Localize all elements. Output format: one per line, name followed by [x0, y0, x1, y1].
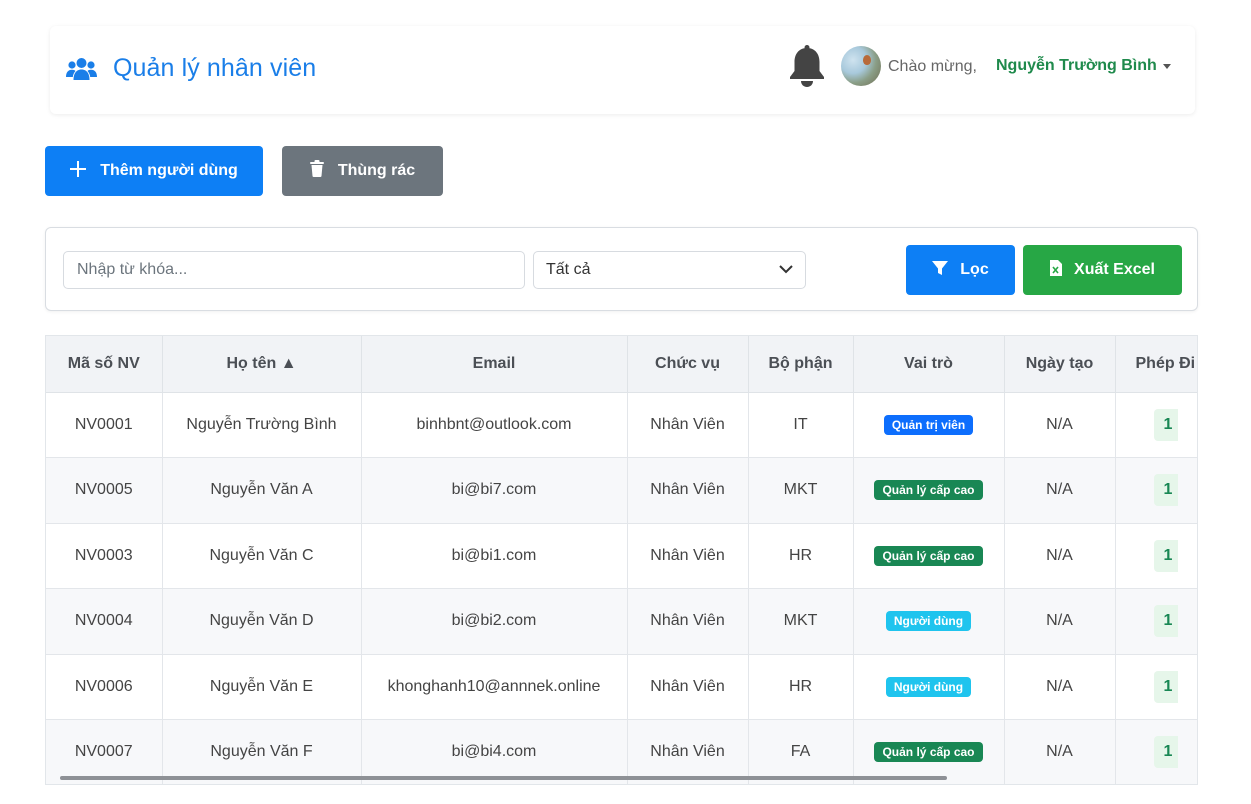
cell-department: HR — [748, 654, 854, 720]
cell-email: bi@bi7.com — [361, 457, 628, 524]
leave-badge: 1 — [1153, 605, 1178, 638]
cell-leave: 1 — [1115, 457, 1197, 524]
cell-department: IT — [748, 392, 854, 458]
cell-created: N/A — [1004, 719, 1116, 784]
add-user-button[interactable]: Thêm người dùng — [45, 146, 263, 196]
avatar[interactable] — [841, 46, 881, 86]
cell-role: Quản lý cấp cao — [853, 523, 1005, 589]
table-row[interactable]: NV0005 Nguyễn Văn A bi@bi7.com Nhân Viên… — [46, 457, 1197, 524]
user-menu-dropdown[interactable]: Nguyễn Trường Bình — [996, 57, 1171, 75]
column-header-name[interactable]: Họ tên ▲ — [162, 336, 362, 393]
employee-table: Mã số NV Họ tên ▲ Email Chức vụ Bộ phận … — [46, 336, 1197, 784]
caret-down-icon — [1162, 64, 1171, 69]
filter-icon — [932, 260, 949, 281]
cell-position: Nhân Viên — [627, 654, 749, 720]
cell-created: N/A — [1004, 588, 1116, 655]
cell-department: HR — [748, 523, 854, 589]
page-title: Quản lý nhân viên — [113, 54, 317, 82]
cell-name: Nguyễn Văn C — [162, 523, 362, 589]
cell-leave: 1 — [1115, 654, 1197, 720]
column-header-id[interactable]: Mã số NV — [46, 336, 163, 393]
export-excel-label: Xuất Excel — [1074, 261, 1155, 278]
table-row[interactable]: NV0001 Nguyễn Trường Bình binhbnt@outloo… — [46, 392, 1197, 458]
cell-role: Người dùng — [853, 654, 1005, 720]
filter-button[interactable]: Lọc — [906, 245, 1015, 295]
column-header-created[interactable]: Ngày tạo — [1004, 336, 1116, 393]
welcome-text: Chào mừng, — [888, 58, 977, 75]
column-header-email[interactable]: Email — [361, 336, 628, 393]
cell-created: N/A — [1004, 523, 1116, 589]
cell-department: MKT — [748, 457, 854, 524]
role-badge: Người dùng — [885, 676, 972, 697]
role-badge: Quản lý cấp cao — [874, 480, 983, 501]
top-navbar: Quản lý nhân viên Chào mừng, Nguyễn Trườ… — [50, 26, 1195, 114]
cell-id: NV0001 — [46, 392, 163, 458]
cell-position: Nhân Viên — [627, 588, 749, 655]
user-name-label: Nguyễn Trường Bình — [996, 57, 1157, 74]
role-select[interactable]: Tất cả — [533, 251, 806, 289]
employee-table-container[interactable]: Mã số NV Họ tên ▲ Email Chức vụ Bộ phận … — [45, 335, 1198, 785]
cell-name: Nguyễn Văn E — [162, 654, 362, 720]
horizontal-scrollbar[interactable] — [60, 776, 947, 780]
cell-position: Nhân Viên — [627, 457, 749, 524]
add-user-label: Thêm người dùng — [100, 162, 238, 179]
brand[interactable]: Quản lý nhân viên — [66, 54, 316, 83]
leave-badge: 1 — [1153, 539, 1178, 572]
table-row[interactable]: NV0006 Nguyễn Văn E khonghanh10@annnek.o… — [46, 654, 1197, 720]
cell-role: Người dùng — [853, 588, 1005, 655]
trash-icon — [309, 160, 324, 182]
cell-role: Quản trị viên — [853, 392, 1005, 458]
cell-leave: 1 — [1115, 392, 1197, 458]
leave-badge: 1 — [1153, 736, 1178, 769]
cell-name: Nguyễn Trường Bình — [162, 392, 362, 458]
cell-position: Nhân Viên — [627, 392, 749, 458]
cell-leave: 1 — [1115, 523, 1197, 589]
cell-leave: 1 — [1115, 719, 1197, 784]
bell-icon[interactable] — [788, 45, 826, 92]
filter-panel: Tất cả Lọc Xuất Excel — [45, 227, 1198, 311]
cell-leave: 1 — [1115, 588, 1197, 655]
column-header-position[interactable]: Chức vụ — [627, 336, 749, 393]
table-row[interactable]: NV0003 Nguyễn Văn C bi@bi1.com Nhân Viên… — [46, 523, 1197, 589]
leave-badge: 1 — [1153, 474, 1178, 507]
leave-badge: 1 — [1153, 670, 1178, 703]
trash-button[interactable]: Thùng rác — [282, 146, 443, 196]
filter-label: Lọc — [960, 261, 989, 278]
column-header-department[interactable]: Bộ phận — [748, 336, 854, 393]
cell-email: binhbnt@outlook.com — [361, 392, 628, 458]
role-badge: Quản trị viên — [883, 414, 974, 435]
cell-created: N/A — [1004, 392, 1116, 458]
table-header-row: Mã số NV Họ tên ▲ Email Chức vụ Bộ phận … — [46, 336, 1197, 393]
search-input[interactable] — [63, 251, 525, 289]
cell-email: bi@bi1.com — [361, 523, 628, 589]
cell-department: MKT — [748, 588, 854, 655]
column-header-leave[interactable]: Phép Đi — [1115, 336, 1197, 393]
cell-email: bi@bi2.com — [361, 588, 628, 655]
cell-id: NV0005 — [46, 457, 163, 524]
cell-email: khonghanh10@annnek.online — [361, 654, 628, 720]
cell-role: Quản lý cấp cao — [853, 457, 1005, 524]
cell-id: NV0004 — [46, 588, 163, 655]
export-excel-button[interactable]: Xuất Excel — [1023, 245, 1182, 295]
cell-name: Nguyễn Văn A — [162, 457, 362, 524]
column-header-role[interactable]: Vai trò — [853, 336, 1005, 393]
leave-badge: 1 — [1153, 408, 1178, 441]
trash-label: Thùng rác — [337, 162, 416, 179]
cell-created: N/A — [1004, 654, 1116, 720]
role-badge: Quản lý cấp cao — [874, 742, 983, 763]
cell-position: Nhân Viên — [627, 523, 749, 589]
role-badge: Người dùng — [885, 611, 972, 632]
cell-created: N/A — [1004, 457, 1116, 524]
table-row[interactable]: NV0004 Nguyễn Văn D bi@bi2.com Nhân Viên… — [46, 588, 1197, 655]
cell-name: Nguyễn Văn D — [162, 588, 362, 655]
plus-icon — [70, 160, 87, 182]
users-icon — [66, 57, 97, 81]
role-badge: Quản lý cấp cao — [874, 545, 983, 566]
cell-id: NV0006 — [46, 654, 163, 720]
chevron-down-icon — [779, 261, 793, 279]
role-select-value: Tất cả — [546, 261, 591, 278]
cell-id: NV0003 — [46, 523, 163, 589]
excel-file-icon — [1050, 259, 1063, 281]
